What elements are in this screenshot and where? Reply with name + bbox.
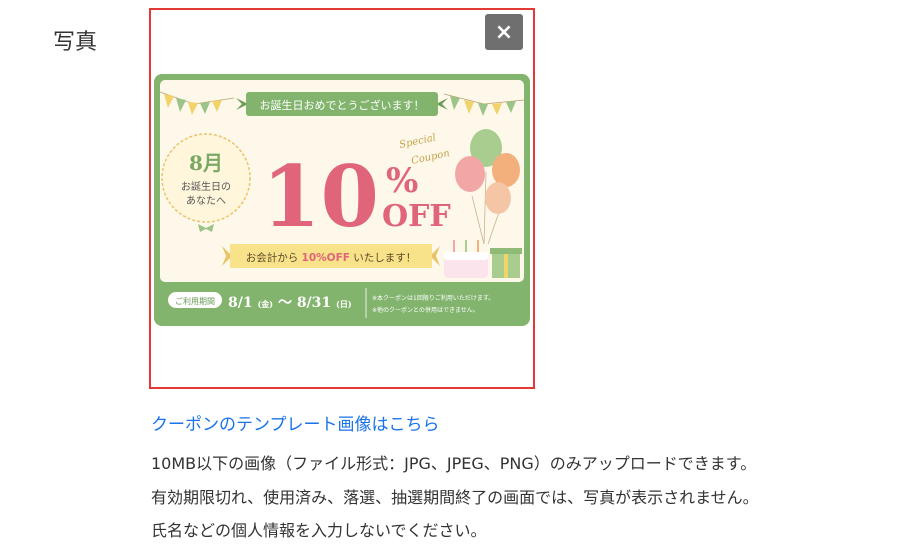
period-start: 8/1 [228,295,253,311]
gift-box-icon [490,248,522,278]
ribbon-highlight: 10%OFF [302,252,350,264]
coupon-template-link[interactable]: クーポンのテンプレート画像はこちら [151,410,440,435]
ribbon-pre: お会計から [246,251,299,264]
coupon-note-1: ※本クーポンは1回限りご利用いただけます。 [372,294,494,302]
discount-number: 10 [262,147,379,246]
photo-field-label: 写真 [53,30,98,55]
period-start-day: (金) [257,299,273,309]
badge-line1: お誕生日の [181,180,231,193]
upload-format-note: 10MB以下の画像（ファイル形式：JPG、JPEG、PNG）のみアップロードでき… [151,454,757,473]
photo-preview-frame: × お誕生日おめでとうございます！ 8月 お誕生日の あなたへ 10 % OFF… [149,8,535,389]
greeting-banner: お誕生日おめでとうございます！ [236,92,448,116]
period-text: 8/1 (金) ～ 8/31 (日) [228,295,352,311]
ribbon-text: お会計から 10%OFF いたします！ [246,251,417,264]
badge-line2: あなたへ [186,195,226,207]
display-condition-note: 有効期限切れ、使用済み、落選、抽選期間終了の画面では、写真が表示されません。 [151,488,759,507]
remove-photo-button[interactable]: × [485,14,523,50]
month-text: 8月 [189,151,223,175]
period-end-day: (日) [336,299,352,309]
promo-ribbon: お会計から 10%OFF いたします！ [222,244,440,268]
period-tag: ご利用期間 [175,296,215,306]
period-separator: ～ [278,295,292,311]
period-end: 8/31 [297,295,331,311]
discount-off: OFF [382,199,451,234]
discount-percent: % [386,161,418,201]
ribbon-post: いたします！ [353,252,416,264]
coupon-image: お誕生日おめでとうございます！ 8月 お誕生日の あなたへ 10 % OFF S… [154,74,530,326]
coupon-note-2: ※他のクーポンとの併用はできません。 [372,306,479,314]
greeting-text: お誕生日おめでとうございます！ [260,98,425,112]
privacy-note: 氏名などの個人情報を入力しないでください。 [151,521,487,540]
